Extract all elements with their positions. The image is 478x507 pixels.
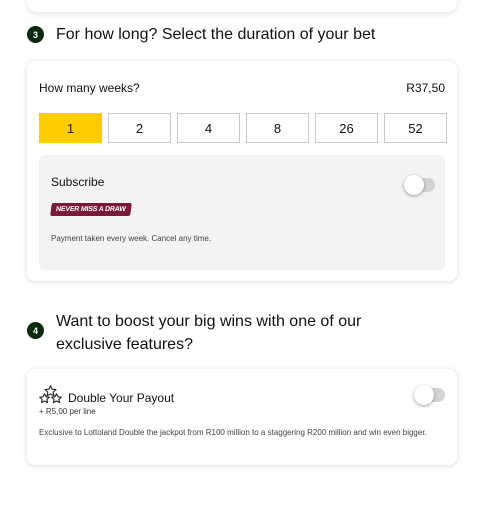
subscribe-panel: Subscribe NEVER MISS A DRAW Payment take… <box>39 155 445 270</box>
week-option-1[interactable]: 1 <box>39 113 102 143</box>
weeks-label: How many weeks? <box>39 81 140 95</box>
previous-section-card <box>27 0 457 12</box>
step-4-badge: 4 <box>27 322 44 339</box>
week-option-2[interactable]: 2 <box>108 113 171 143</box>
week-option-4[interactable]: 4 <box>177 113 240 143</box>
step-3-badge: 3 <box>27 26 44 43</box>
week-option-26[interactable]: 26 <box>315 113 378 143</box>
feature-title: Double Your Payout <box>68 390 175 405</box>
week-option-8[interactable]: 8 <box>246 113 309 143</box>
double-payout-toggle-knob <box>414 385 434 405</box>
subscribe-toggle-knob <box>404 175 424 195</box>
duration-card: How many weeks? R37,50 1 2 4 8 26 52 Sub… <box>27 61 457 281</box>
feature-description: Exclusive to Lottoland Double the jackpo… <box>39 428 427 437</box>
weeks-price: R37,50 <box>406 81 445 95</box>
feature-price: + R5,00 per line <box>39 407 96 416</box>
step-4-heading: 4 Want to boost your big wins with one o… <box>27 310 426 356</box>
weeks-options: 1 2 4 8 26 52 <box>39 113 447 143</box>
subscribe-label: Subscribe <box>51 175 105 189</box>
double-payout-card: Double Your Payout + R5,00 per line Excl… <box>27 369 457 465</box>
week-option-52[interactable]: 52 <box>384 113 447 143</box>
step-4-title: Want to boost your big wins with one of … <box>56 313 362 353</box>
subscribe-note: Payment taken every week. Cancel any tim… <box>51 234 212 243</box>
weeks-header: How many weeks? R37,50 <box>39 81 445 95</box>
subscribe-toggle[interactable] <box>404 175 435 195</box>
step-3-title: For how long? Select the duration of you… <box>56 26 376 43</box>
step-3-heading: 3 For how long? Select the duration of y… <box>27 23 375 46</box>
never-miss-draw-badge: NEVER MISS A DRAW <box>50 203 132 216</box>
double-payout-toggle[interactable] <box>414 385 445 405</box>
